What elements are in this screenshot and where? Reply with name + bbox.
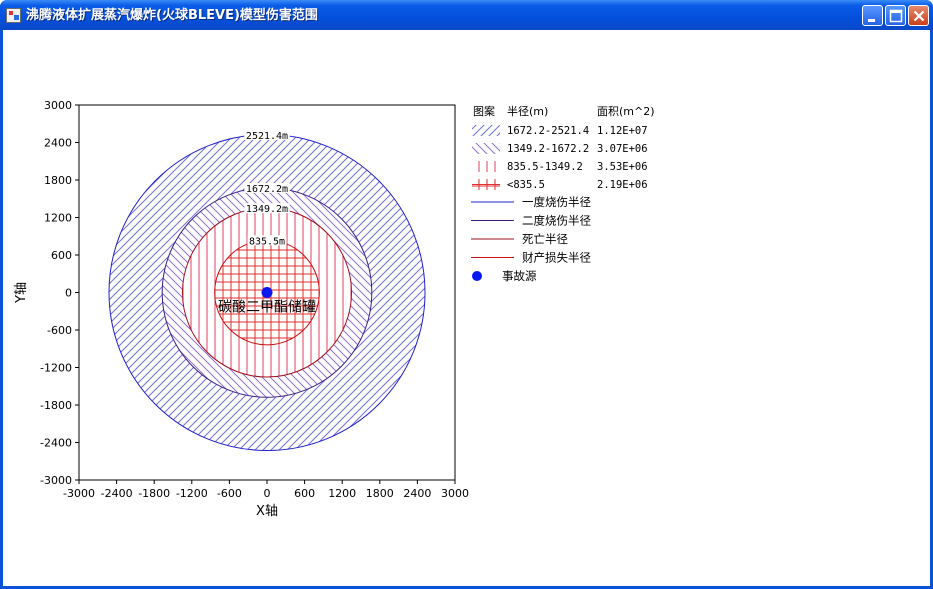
- y-tick-label: -1800: [40, 399, 72, 412]
- x-tick-label: -1200: [176, 487, 208, 500]
- x-tick-label: -600: [217, 487, 242, 500]
- minimize-button[interactable]: [862, 5, 883, 26]
- legend-header-1: 半径(m): [507, 104, 548, 118]
- minimize-icon: [868, 19, 875, 22]
- x-tick-label: -1800: [138, 487, 170, 500]
- ring-label-3: 835.5m: [249, 236, 285, 247]
- legend-line-label-3: 财产损失半径: [522, 251, 591, 265]
- ring-label-0: 2521.4m: [246, 131, 288, 142]
- y-tick-label: -1200: [40, 362, 72, 375]
- x-tick-label: -2400: [101, 487, 133, 500]
- legend-header-2: 面积(m^2): [597, 105, 655, 118]
- maximize-icon: [889, 9, 903, 23]
- y-axis-title: Y轴: [14, 282, 29, 304]
- legend-point-swatch: [472, 271, 482, 281]
- close-icon: [913, 10, 925, 22]
- y-tick-label: 1200: [44, 212, 72, 225]
- legend-radius-2: 835.5-1349.2: [507, 161, 583, 173]
- legend-radius-1: 1349.2-1672.2: [507, 143, 589, 155]
- close-button[interactable]: [908, 5, 929, 26]
- accident-source-label: 碳酸二甲酯储罐: [218, 300, 316, 316]
- legend-area-0: 1.12E+07: [597, 125, 648, 137]
- y-tick-label: -2400: [40, 437, 72, 450]
- y-tick-label: 0: [65, 287, 72, 300]
- y-tick-label: 2400: [44, 137, 72, 150]
- y-tick-label: -600: [47, 324, 72, 337]
- x-tick-label: 1200: [328, 487, 356, 500]
- x-axis-title: X轴: [256, 504, 278, 519]
- x-tick-label: 600: [294, 487, 315, 500]
- legend-radius-3: <835.5: [507, 179, 545, 191]
- x-tick-label: 0: [264, 487, 271, 500]
- y-tick-label: 1800: [44, 174, 72, 187]
- legend-line-label-0: 一度烧伤半径: [522, 195, 591, 209]
- client-area: 2521.4m 1672.2m 1349.2m 835.5m 碳酸二甲酯储罐 -3000-…: [3, 30, 930, 586]
- legend-swatch-2: [472, 161, 500, 172]
- ring-label-2: 1349.2m: [246, 204, 288, 215]
- legend-radius-0: 1672.2-2521.4: [507, 125, 589, 137]
- legend-area-1: 3.07E+06: [597, 143, 648, 155]
- legend-line-label-2: 死亡半径: [522, 232, 568, 246]
- y-tick-label: 600: [51, 249, 72, 262]
- app-window: 沸腾液体扩展蒸汽爆炸(火球BLEVE)模型伤害范围 2521.4m 1672.2m…: [0, 0, 933, 589]
- x-tick-label: 1800: [366, 487, 394, 500]
- x-tick-label: -3000: [63, 487, 95, 500]
- window-title: 沸腾液体扩展蒸汽爆炸(火球BLEVE)模型伤害范围: [26, 8, 318, 23]
- app-icon[interactable]: [6, 8, 21, 23]
- y-tick-label: 3000: [44, 99, 72, 112]
- ring-label-1: 1672.2m: [246, 184, 288, 195]
- x-tick-label: 2400: [403, 487, 431, 500]
- legend-point-label: 事故源: [502, 269, 537, 283]
- accident-source-point: [261, 287, 273, 298]
- maximize-button[interactable]: [885, 5, 906, 26]
- legend-area-3: 2.19E+06: [597, 179, 648, 191]
- y-tick-label: -3000: [40, 474, 72, 487]
- legend-line-label-1: 二度烧伤半径: [522, 214, 591, 228]
- legend-swatch-0: [472, 125, 500, 136]
- legend-swatch-1: [472, 143, 500, 154]
- legend-header-0: 图案: [473, 104, 495, 118]
- title-bar[interactable]: 沸腾液体扩展蒸汽爆炸(火球BLEVE)模型伤害范围: [0, 0, 933, 30]
- damage-range-chart: 2521.4m1672.2m1349.2m835.5m碳酸二甲酯储罐-3000-…: [14, 99, 655, 519]
- x-tick-label: 3000: [441, 487, 469, 500]
- legend-area-2: 3.53E+06: [597, 161, 648, 173]
